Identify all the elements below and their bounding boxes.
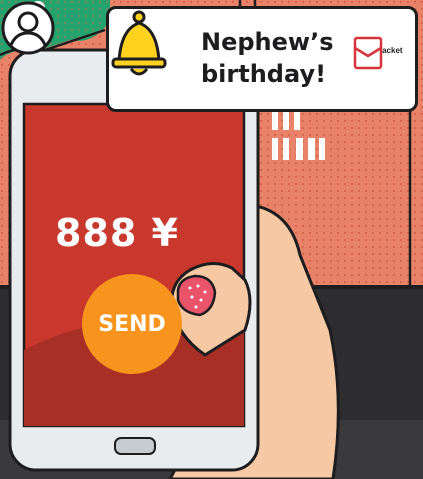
notification-app: Red Packet — [353, 36, 409, 70]
red-packet-icon — [353, 36, 383, 70]
bell-icon — [111, 10, 167, 76]
user-avatar-icon — [1, 1, 55, 55]
send-button[interactable]: SEND — [82, 274, 182, 374]
notification-title: Nephew’s birthday! — [201, 28, 334, 88]
notification-card[interactable]: Nephew’s birthday! Red Packet — [106, 6, 418, 112]
amount-text: 888 ¥ — [55, 211, 179, 255]
send-label: SEND — [98, 311, 166, 337]
illustration: Nephew’s birthday! Red Packet 888 ¥ SEND — [0, 0, 423, 479]
